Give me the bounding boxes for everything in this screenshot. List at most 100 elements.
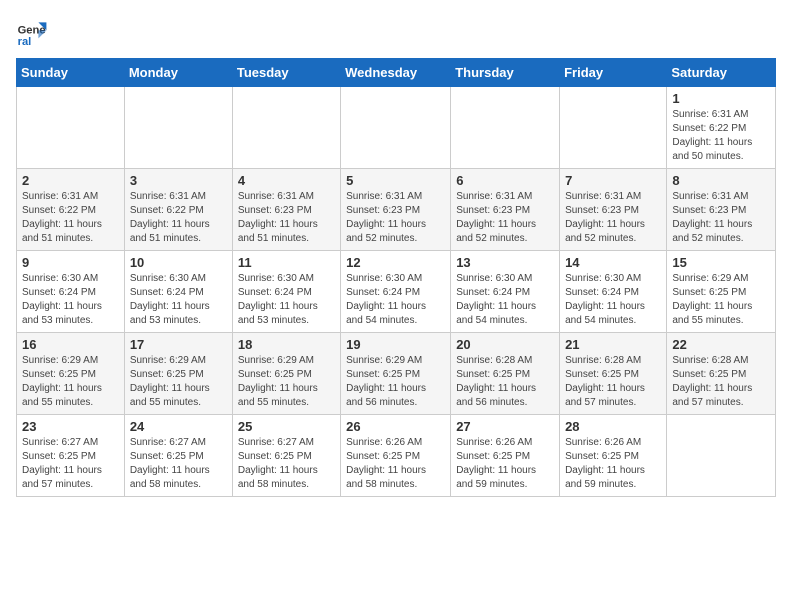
calendar-cell [451, 87, 560, 169]
calendar-cell: 22 Sunrise: 6:28 AM Sunset: 6:25 PM Dayli… [667, 333, 776, 415]
calendar-cell: 4 Sunrise: 6:31 AM Sunset: 6:23 PM Daylig… [232, 169, 340, 251]
col-sunday: Sunday [17, 59, 125, 87]
page-header: Gene ral [16, 16, 776, 48]
day-number: 20 [456, 337, 554, 352]
day-info: Sunrise: 6:27 AM Sunset: 6:25 PM Dayligh… [130, 436, 227, 492]
calendar-cell: 25 Sunrise: 6:27 AM Sunset: 6:25 PM Dayli… [232, 415, 340, 497]
day-number: 17 [130, 337, 227, 352]
day-info: Sunrise: 6:30 AM Sunset: 6:24 PM Dayligh… [346, 272, 445, 328]
day-info: Sunrise: 6:31 AM Sunset: 6:23 PM Dayligh… [346, 190, 445, 246]
calendar-cell: 11 Sunrise: 6:30 AM Sunset: 6:24 PM Dayli… [232, 251, 340, 333]
day-number: 10 [130, 255, 227, 270]
day-number: 19 [346, 337, 445, 352]
day-number: 27 [456, 419, 554, 434]
day-number: 2 [22, 173, 119, 188]
calendar-cell [17, 87, 125, 169]
day-number: 6 [456, 173, 554, 188]
day-info: Sunrise: 6:28 AM Sunset: 6:25 PM Dayligh… [456, 354, 554, 410]
calendar-cell: 16 Sunrise: 6:29 AM Sunset: 6:25 PM Dayli… [17, 333, 125, 415]
day-number: 14 [565, 255, 661, 270]
day-number: 7 [565, 173, 661, 188]
calendar-cell: 9 Sunrise: 6:30 AM Sunset: 6:24 PM Daylig… [17, 251, 125, 333]
day-number: 1 [672, 91, 770, 106]
col-friday: Friday [560, 59, 667, 87]
calendar-cell: 8 Sunrise: 6:31 AM Sunset: 6:23 PM Daylig… [667, 169, 776, 251]
calendar-cell: 14Sunrise: 6:30 AM Sunset: 6:24 PM Dayli… [560, 251, 667, 333]
day-info: Sunrise: 6:31 AM Sunset: 6:23 PM Dayligh… [672, 190, 770, 246]
calendar-cell: 18 Sunrise: 6:29 AM Sunset: 6:25 PM Dayli… [232, 333, 340, 415]
day-info: Sunrise: 6:29 AM Sunset: 6:25 PM Dayligh… [346, 354, 445, 410]
day-info: Sunrise: 6:26 AM Sunset: 6:25 PM Dayligh… [346, 436, 445, 492]
day-info: Sunrise: 6:30 AM Sunset: 6:24 PM Dayligh… [22, 272, 119, 328]
calendar-cell: 2 Sunrise: 6:31 AM Sunset: 6:22 PM Daylig… [17, 169, 125, 251]
day-info: Sunrise: 6:28 AM Sunset: 6:25 PM Dayligh… [672, 354, 770, 410]
calendar-cell: 6 Sunrise: 6:31 AM Sunset: 6:23 PM Daylig… [451, 169, 560, 251]
day-info: Sunrise: 6:31 AM Sunset: 6:22 PM Dayligh… [672, 108, 770, 164]
calendar-cell: 23 Sunrise: 6:27 AM Sunset: 6:25 PM Dayli… [17, 415, 125, 497]
day-number: 25 [238, 419, 335, 434]
day-info: Sunrise: 6:31 AM Sunset: 6:23 PM Dayligh… [238, 190, 335, 246]
col-monday: Monday [124, 59, 232, 87]
day-info: Sunrise: 6:31 AM Sunset: 6:23 PM Dayligh… [565, 190, 661, 246]
day-number: 3 [130, 173, 227, 188]
weekday-row: Sunday Monday Tuesday Wednesday Thursday… [17, 59, 776, 87]
day-number: 12 [346, 255, 445, 270]
day-info: Sunrise: 6:27 AM Sunset: 6:25 PM Dayligh… [238, 436, 335, 492]
day-info: Sunrise: 6:26 AM Sunset: 6:25 PM Dayligh… [565, 436, 661, 492]
day-info: Sunrise: 6:29 AM Sunset: 6:25 PM Dayligh… [238, 354, 335, 410]
day-number: 28 [565, 419, 661, 434]
day-number: 8 [672, 173, 770, 188]
calendar-cell [667, 415, 776, 497]
day-info: Sunrise: 6:27 AM Sunset: 6:25 PM Dayligh… [22, 436, 119, 492]
day-number: 22 [672, 337, 770, 352]
day-number: 15 [672, 255, 770, 270]
calendar-cell: 5 Sunrise: 6:31 AM Sunset: 6:23 PM Daylig… [341, 169, 451, 251]
day-number: 16 [22, 337, 119, 352]
calendar-header: Sunday Monday Tuesday Wednesday Thursday… [17, 59, 776, 87]
calendar-body: 1 Sunrise: 6:31 AM Sunset: 6:22 PM Daylig… [17, 87, 776, 497]
day-number: 18 [238, 337, 335, 352]
calendar-cell: 26 Sunrise: 6:26 AM Sunset: 6:25 PM Dayli… [341, 415, 451, 497]
calendar-cell: 13 Sunrise: 6:30 AM Sunset: 6:24 PM Dayli… [451, 251, 560, 333]
calendar-cell: 10Sunrise: 6:30 AM Sunset: 6:24 PM Dayli… [124, 251, 232, 333]
calendar-cell: 12 Sunrise: 6:30 AM Sunset: 6:24 PM Dayli… [341, 251, 451, 333]
calendar-cell: 1 Sunrise: 6:31 AM Sunset: 6:22 PM Daylig… [667, 87, 776, 169]
day-info: Sunrise: 6:30 AM Sunset: 6:24 PM Dayligh… [456, 272, 554, 328]
day-info: Sunrise: 6:30 AM Sunset: 6:24 PM Dayligh… [238, 272, 335, 328]
calendar-cell: 17 Sunrise: 6:29 AM Sunset: 6:25 PM Dayli… [124, 333, 232, 415]
col-wednesday: Wednesday [341, 59, 451, 87]
day-info: Sunrise: 6:31 AM Sunset: 6:23 PM Dayligh… [456, 190, 554, 246]
calendar-cell: 7 Sunrise: 6:31 AM Sunset: 6:23 PM Daylig… [560, 169, 667, 251]
col-tuesday: Tuesday [232, 59, 340, 87]
day-number: 13 [456, 255, 554, 270]
day-number: 24 [130, 419, 227, 434]
day-info: Sunrise: 6:26 AM Sunset: 6:25 PM Dayligh… [456, 436, 554, 492]
calendar-cell: 28 Sunrise: 6:26 AM Sunset: 6:25 PM Dayli… [560, 415, 667, 497]
calendar-cell: 24 Sunrise: 6:27 AM Sunset: 6:25 PM Dayli… [124, 415, 232, 497]
day-info: Sunrise: 6:31 AM Sunset: 6:22 PM Dayligh… [130, 190, 227, 246]
day-number: 26 [346, 419, 445, 434]
day-number: 9 [22, 255, 119, 270]
calendar-cell: 20 Sunrise: 6:28 AM Sunset: 6:25 PM Dayli… [451, 333, 560, 415]
day-info: Sunrise: 6:29 AM Sunset: 6:25 PM Dayligh… [130, 354, 227, 410]
day-info: Sunrise: 6:31 AM Sunset: 6:22 PM Dayligh… [22, 190, 119, 246]
day-number: 5 [346, 173, 445, 188]
calendar-cell [341, 87, 451, 169]
calendar-table: Sunday Monday Tuesday Wednesday Thursday… [16, 58, 776, 497]
calendar-cell: 19 Sunrise: 6:29 AM Sunset: 6:25 PM Dayli… [341, 333, 451, 415]
day-info: Sunrise: 6:28 AM Sunset: 6:25 PM Dayligh… [565, 354, 661, 410]
col-saturday: Saturday [667, 59, 776, 87]
calendar-cell: 21 Sunrise: 6:28 AM Sunset: 6:25 PM Dayli… [560, 333, 667, 415]
day-number: 4 [238, 173, 335, 188]
day-info: Sunrise: 6:29 AM Sunset: 6:25 PM Dayligh… [22, 354, 119, 410]
day-number: 11 [238, 255, 335, 270]
day-number: 21 [565, 337, 661, 352]
svg-text:ral: ral [18, 36, 32, 48]
logo: Gene ral [16, 16, 52, 48]
col-thursday: Thursday [451, 59, 560, 87]
calendar-cell: 3 Sunrise: 6:31 AM Sunset: 6:22 PM Daylig… [124, 169, 232, 251]
day-number: 23 [22, 419, 119, 434]
calendar-cell [560, 87, 667, 169]
calendar-cell: 27 Sunrise: 6:26 AM Sunset: 6:25 PM Dayli… [451, 415, 560, 497]
calendar-cell [124, 87, 232, 169]
